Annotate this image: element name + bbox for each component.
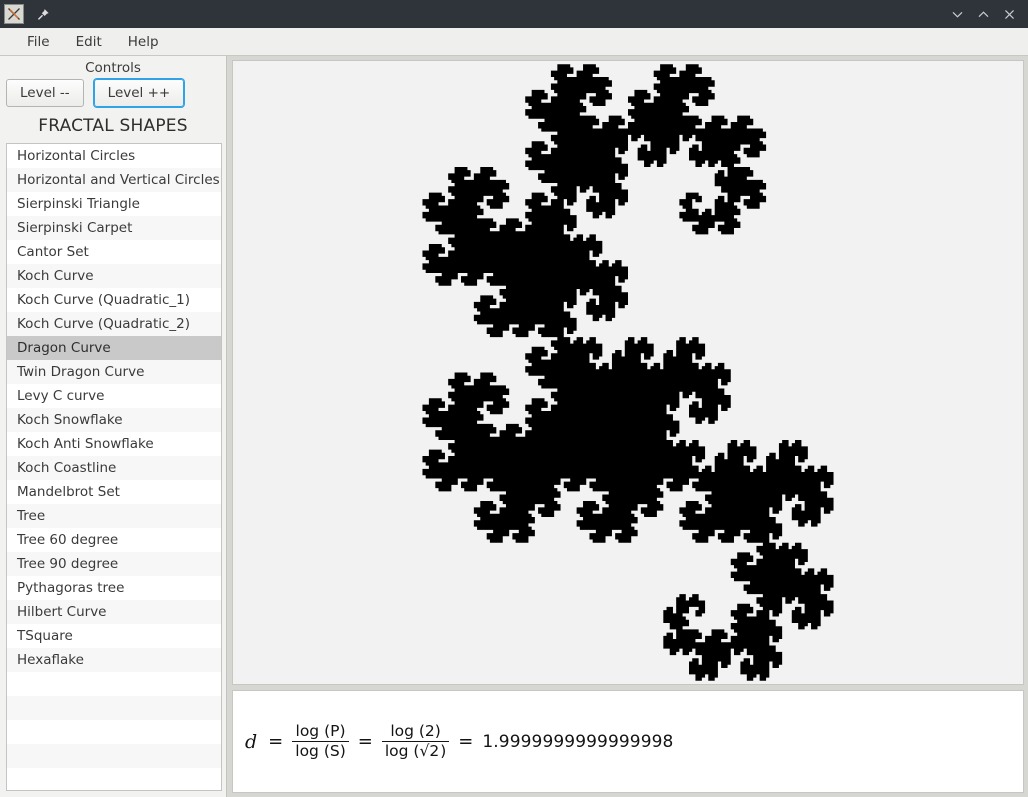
list-item-empty xyxy=(7,768,221,790)
main-body: Controls Level -- Level ++ FRACTAL SHAPE… xyxy=(0,56,1028,797)
list-item[interactable]: Mandelbrot Set xyxy=(7,480,221,504)
list-item[interactable]: Tree 90 degree xyxy=(7,552,221,576)
close-button[interactable] xyxy=(996,3,1022,25)
list-item[interactable]: Sierpinski Carpet xyxy=(7,216,221,240)
right-panel: d = log (P) log (S) = log (2) log (√2) =… xyxy=(227,56,1028,797)
formula-fraction-1: log (P) log (S) xyxy=(292,721,349,761)
formula-denominator-2: log (√2) xyxy=(381,741,450,760)
list-item[interactable]: Tree xyxy=(7,504,221,528)
sqrt-radicand: 2 xyxy=(428,741,441,760)
level-down-button[interactable]: Level -- xyxy=(6,79,84,107)
list-item[interactable]: Koch Snowflake xyxy=(7,408,221,432)
formula-equals-1: = xyxy=(268,731,284,752)
formula-equals-2: = xyxy=(357,731,373,752)
level-up-button[interactable]: Level ++ xyxy=(93,79,185,107)
list-item[interactable]: Twin Dragon Curve xyxy=(7,360,221,384)
controls-title: Controls xyxy=(85,60,141,76)
formula-log-prefix: log ( xyxy=(384,742,420,760)
fractal-shapes-title: FRACTAL SHAPES xyxy=(38,116,188,136)
list-item[interactable]: Sierpinski Triangle xyxy=(7,192,221,216)
list-item[interactable]: Tree 60 degree xyxy=(7,528,221,552)
formula-numerator-1: log (P) xyxy=(295,721,346,740)
menu-item-help[interactable]: Help xyxy=(115,31,172,53)
list-item-empty xyxy=(7,672,221,696)
list-item-empty xyxy=(7,744,221,768)
left-panel: Controls Level -- Level ++ FRACTAL SHAPE… xyxy=(0,56,227,797)
sqrt-icon: √2 xyxy=(419,741,441,760)
formula-fraction-2: log (2) log (√2) xyxy=(381,721,450,761)
maximize-button[interactable] xyxy=(970,3,996,25)
minimize-button[interactable] xyxy=(944,3,970,25)
controls-button-row: Level -- Level ++ xyxy=(0,79,226,113)
list-item-empty xyxy=(7,720,221,744)
list-item[interactable]: Dragon Curve xyxy=(7,336,221,360)
dragon-curve-svg xyxy=(419,61,837,684)
formula-panel: d = log (P) log (S) = log (2) log (√2) =… xyxy=(232,690,1024,793)
menu-item-file[interactable]: File xyxy=(14,31,63,53)
formula-result: 1.9999999999999998 xyxy=(482,731,674,752)
title-bar xyxy=(0,0,1028,28)
fractal-canvas[interactable] xyxy=(232,60,1024,685)
list-item[interactable]: Levy C curve xyxy=(7,384,221,408)
list-item[interactable]: Pythagoras tree xyxy=(7,576,221,600)
formula-log-suffix: ) xyxy=(440,742,447,760)
pin-icon[interactable] xyxy=(34,5,52,23)
list-item[interactable]: Koch Anti Snowflake xyxy=(7,432,221,456)
list-item[interactable]: Koch Curve xyxy=(7,264,221,288)
menu-bar: File Edit Help xyxy=(0,28,1028,56)
list-item[interactable]: TSquare xyxy=(7,624,221,648)
list-item-empty xyxy=(7,696,221,720)
application-window: File Edit Help Controls Level -- Level +… xyxy=(0,0,1028,797)
list-item[interactable]: Koch Curve (Quadratic_1) xyxy=(7,288,221,312)
list-item[interactable]: Koch Coastline xyxy=(7,456,221,480)
dimension-formula: d = log (P) log (S) = log (2) log (√2) =… xyxy=(245,721,674,761)
list-item[interactable]: Horizontal Circles xyxy=(7,144,221,168)
formula-denominator-1: log (S) xyxy=(292,741,349,760)
menu-item-edit[interactable]: Edit xyxy=(63,31,115,53)
list-item[interactable]: Hexaflake xyxy=(7,648,221,672)
formula-variable: d xyxy=(245,730,258,753)
x-logo-icon xyxy=(4,4,24,24)
list-item[interactable]: Cantor Set xyxy=(7,240,221,264)
fractal-shapes-list[interactable]: Horizontal Circles Horizontal and Vertica… xyxy=(6,143,222,791)
formula-equals-3: = xyxy=(458,731,474,752)
list-item[interactable]: Horizontal and Vertical Circles xyxy=(7,168,221,192)
list-item[interactable]: Hilbert Curve xyxy=(7,600,221,624)
formula-numerator-2: log (2) xyxy=(390,721,441,740)
list-item[interactable]: Koch Curve (Quadratic_2) xyxy=(7,312,221,336)
